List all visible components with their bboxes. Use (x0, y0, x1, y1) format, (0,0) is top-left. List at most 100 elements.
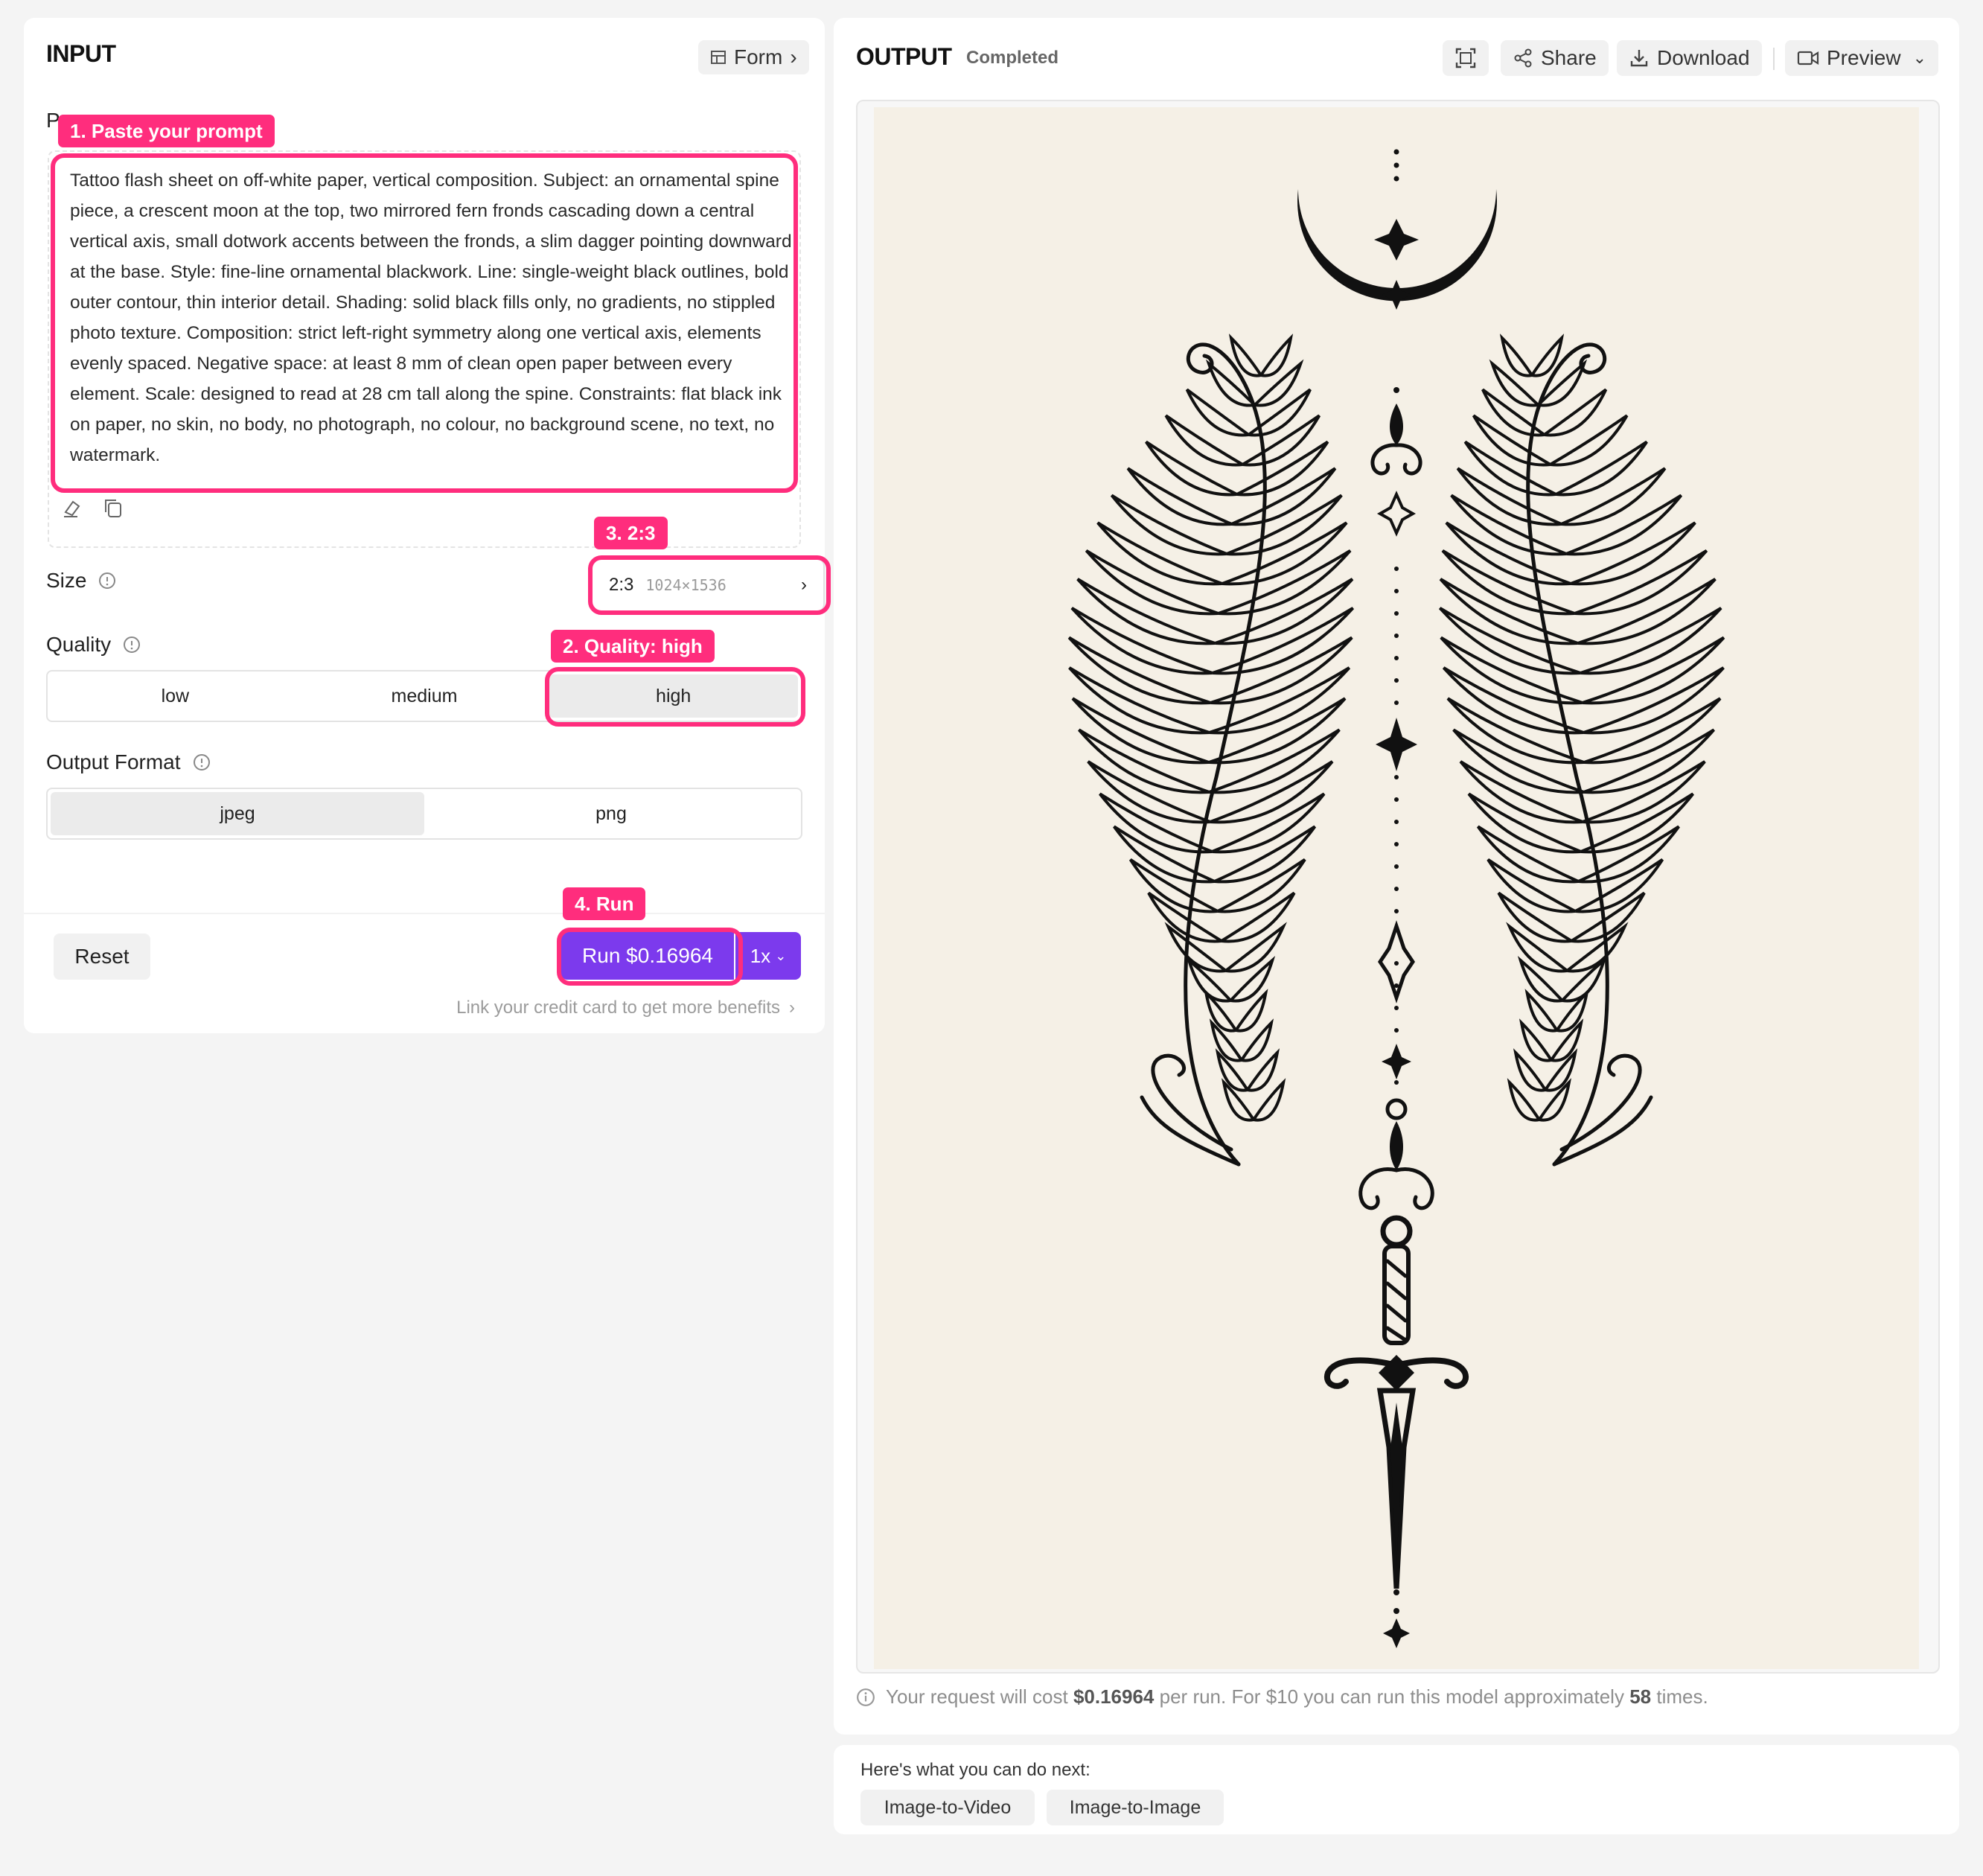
cost-value: $0.16964 (1073, 1685, 1155, 1708)
video-icon (1797, 51, 1819, 66)
annotation-step1: 1. Paste your prompt (58, 115, 275, 147)
form-view-button[interactable]: Form › (698, 40, 809, 74)
image-to-video-button[interactable]: Image-to-Video (860, 1790, 1035, 1825)
form-label: Form (734, 45, 783, 68)
quality-label: Quality (46, 633, 141, 657)
chevron-down-icon: ⌄ (775, 948, 787, 963)
fern-leaflet (1070, 607, 1213, 675)
fern-leaflet (1446, 697, 1585, 765)
fern-leaflet (1147, 891, 1222, 943)
fern-leaflet (1128, 858, 1219, 913)
credit-card-link[interactable]: Link your credit card to get more benefi… (456, 998, 795, 1018)
size-label: Size (46, 569, 116, 593)
next-actions-panel: Here's what you can do next: Image-to-Vi… (834, 1745, 1959, 1834)
output-title: OUTPUT (856, 43, 952, 70)
fern-leaflet (1218, 549, 1352, 616)
image-to-image-button[interactable]: Image-to-Image (1047, 1790, 1224, 1825)
fern-leaflet (1185, 388, 1250, 437)
fern-leaflet (1259, 334, 1294, 377)
fern-leaflet (1543, 388, 1608, 437)
info-icon (99, 572, 116, 589)
size-highlight (588, 555, 831, 615)
multiplier-label: 1x (750, 944, 771, 967)
cost-suffix: times. (1656, 1685, 1708, 1708)
download-icon (1630, 50, 1648, 67)
download-button[interactable]: Download (1617, 40, 1762, 76)
fern-leaflet (1067, 636, 1211, 705)
generated-image[interactable] (874, 107, 1919, 1669)
format-option-jpeg[interactable]: jpeg (51, 792, 424, 835)
cost-prefix: Your request will cost (886, 1685, 1068, 1708)
quality-option-low[interactable]: low (51, 674, 300, 718)
output-format-label-text: Output Format (46, 750, 181, 773)
share-icon (1514, 48, 1532, 68)
chevron-down-icon: ⌄ (1912, 48, 1927, 67)
run-highlight (557, 928, 743, 986)
fern-leaflet (1574, 858, 1664, 913)
cost-middle: per run. For $10 you can run this model … (1159, 1685, 1624, 1708)
fern-leaflet (1472, 414, 1551, 467)
fern-leaflet (1583, 697, 1722, 765)
preview-label: Preview (1827, 46, 1901, 69)
fern-leaflet (1213, 825, 1317, 884)
fern-leaflet (1583, 666, 1725, 735)
tattoo-artwork (1067, 149, 1725, 1648)
fern-leaflet (1068, 666, 1210, 735)
table-icon (711, 51, 726, 64)
reset-button[interactable]: Reset (54, 934, 150, 980)
fern-leaflet (1497, 891, 1573, 943)
fern-leaflet (1234, 989, 1268, 1033)
chevron-right-icon: › (789, 998, 795, 1018)
cost-info: Your request will cost $0.16964 per run.… (856, 1685, 1708, 1708)
cost-runs: 58 (1629, 1685, 1652, 1708)
fullscreen-button[interactable] (1443, 40, 1489, 76)
fern-leaflet (1456, 467, 1562, 526)
fern-leaflet (1524, 989, 1559, 1033)
fern-leaflet (1580, 607, 1722, 675)
share-label: Share (1541, 46, 1597, 69)
fern-leaflet (1571, 891, 1646, 943)
output-format-segmented: jpeg png (46, 788, 802, 840)
fern-leaflet (1582, 636, 1725, 705)
output-format-label: Output Format (46, 750, 211, 774)
credit-card-link-text: Link your credit card to get more benefi… (456, 998, 780, 1018)
fern-leaflet (1439, 578, 1579, 645)
output-image-frame (856, 100, 1940, 1674)
chevron-right-icon: › (790, 45, 797, 68)
next-actions-title: Here's what you can do next: (860, 1760, 1091, 1780)
fern-leaflet (1242, 414, 1321, 467)
fullscreen-icon (1455, 48, 1476, 68)
info-icon (124, 636, 141, 653)
annotation-step2: 2. Quality: high (551, 630, 715, 663)
annotation-step4: 4. Run (563, 887, 646, 920)
fern-leaflet (1463, 440, 1557, 497)
fern-leaflet (1441, 549, 1575, 616)
fern-leaflet (1205, 359, 1256, 407)
eraser-icon[interactable] (60, 496, 83, 520)
fern-leaflet (1220, 891, 1296, 943)
format-option-png[interactable]: png (424, 792, 798, 835)
prompt-highlight (51, 153, 798, 493)
status-badge: Completed (966, 48, 1059, 68)
copy-icon[interactable] (101, 496, 125, 520)
fern-leaflet (1208, 697, 1347, 765)
share-button[interactable]: Share (1501, 40, 1609, 76)
run-multiplier-dropdown[interactable]: 1x ⌄ (735, 932, 801, 980)
info-icon (857, 1688, 875, 1706)
quality-label-text: Quality (46, 633, 112, 656)
quality-highlight (545, 667, 805, 727)
fern-leaflet (1476, 825, 1580, 884)
fern-leaflet (1216, 858, 1306, 913)
fern-leaflet (1536, 359, 1588, 407)
download-label: Download (1657, 46, 1750, 69)
output-panel: OUTPUT Completed Share Download Preview … (834, 18, 1959, 1735)
fern-leaflet (1164, 922, 1227, 973)
input-title: INPUT (46, 40, 116, 67)
info-icon (193, 754, 210, 770)
preview-dropdown[interactable]: Preview ⌄ (1785, 40, 1939, 76)
fern-leaflet (1236, 440, 1329, 497)
quality-option-medium[interactable]: medium (300, 674, 549, 718)
fern-leaflet (1499, 334, 1533, 377)
toolbar-divider (1773, 48, 1775, 70)
input-panel: INPUT Form › P Tattoo flash sheet on off… (24, 18, 831, 1033)
